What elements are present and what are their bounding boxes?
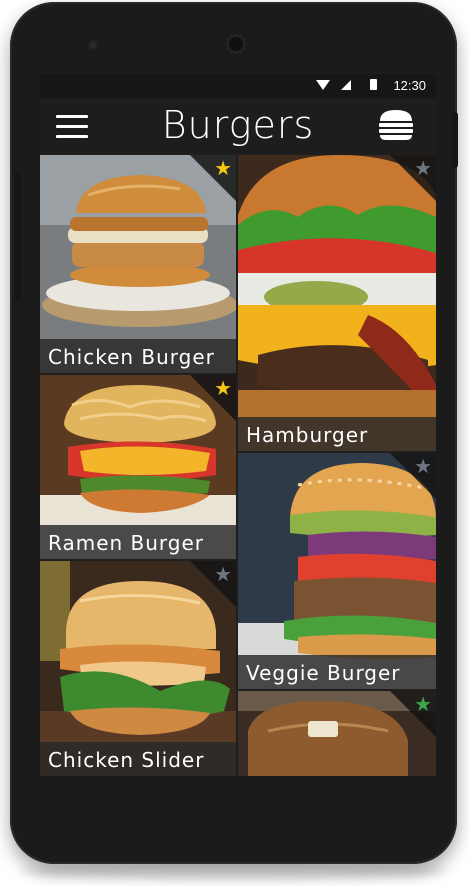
status-bar: 12:30: [40, 74, 436, 98]
burger-name: Chicken Slider: [40, 742, 236, 776]
favorite-star-icon[interactable]: ★: [214, 563, 232, 585]
burger-name: Hamburger: [238, 417, 436, 451]
favorite-star-icon[interactable]: ★: [214, 377, 232, 399]
volume-button: [15, 172, 21, 302]
burger-name: Veggie Burger: [238, 655, 436, 689]
signal-icon: [341, 80, 351, 90]
burger-card-chicken-burger[interactable]: ★ Chicken Burger: [40, 155, 236, 373]
burger-card-veggie-burger[interactable]: ★ Veggie Burger: [238, 453, 436, 689]
favorite-star-icon[interactable]: ★: [214, 157, 232, 179]
burger-card-ramen-burger[interactable]: ★ Ramen Burger: [40, 375, 236, 559]
power-button: [452, 112, 458, 168]
favorite-star-icon[interactable]: ★: [414, 455, 432, 477]
earpiece-speaker: [226, 34, 246, 54]
burger-card-hamburger[interactable]: ★ Hamburger: [238, 155, 436, 451]
burger-icon[interactable]: [376, 108, 416, 142]
burger-card-partial[interactable]: ★: [238, 691, 436, 776]
burger-card-chicken-slider[interactable]: ★ Chicken Slider: [40, 561, 236, 776]
status-time: 12:30: [393, 78, 426, 93]
favorite-star-icon[interactable]: ★: [414, 157, 432, 179]
burger-name: Ramen Burger: [40, 525, 236, 559]
burger-name: Chicken Burger: [40, 339, 236, 373]
app-bar: Burgers: [40, 98, 436, 154]
front-camera: [88, 40, 98, 50]
favorite-star-icon[interactable]: ★: [414, 693, 432, 715]
wifi-icon: [316, 80, 330, 90]
battery-icon: [370, 79, 377, 90]
screen: 12:30 Burgers ★ Chicken Burger ★ Hamburg…: [40, 74, 436, 776]
phone-shadow: [20, 862, 447, 880]
